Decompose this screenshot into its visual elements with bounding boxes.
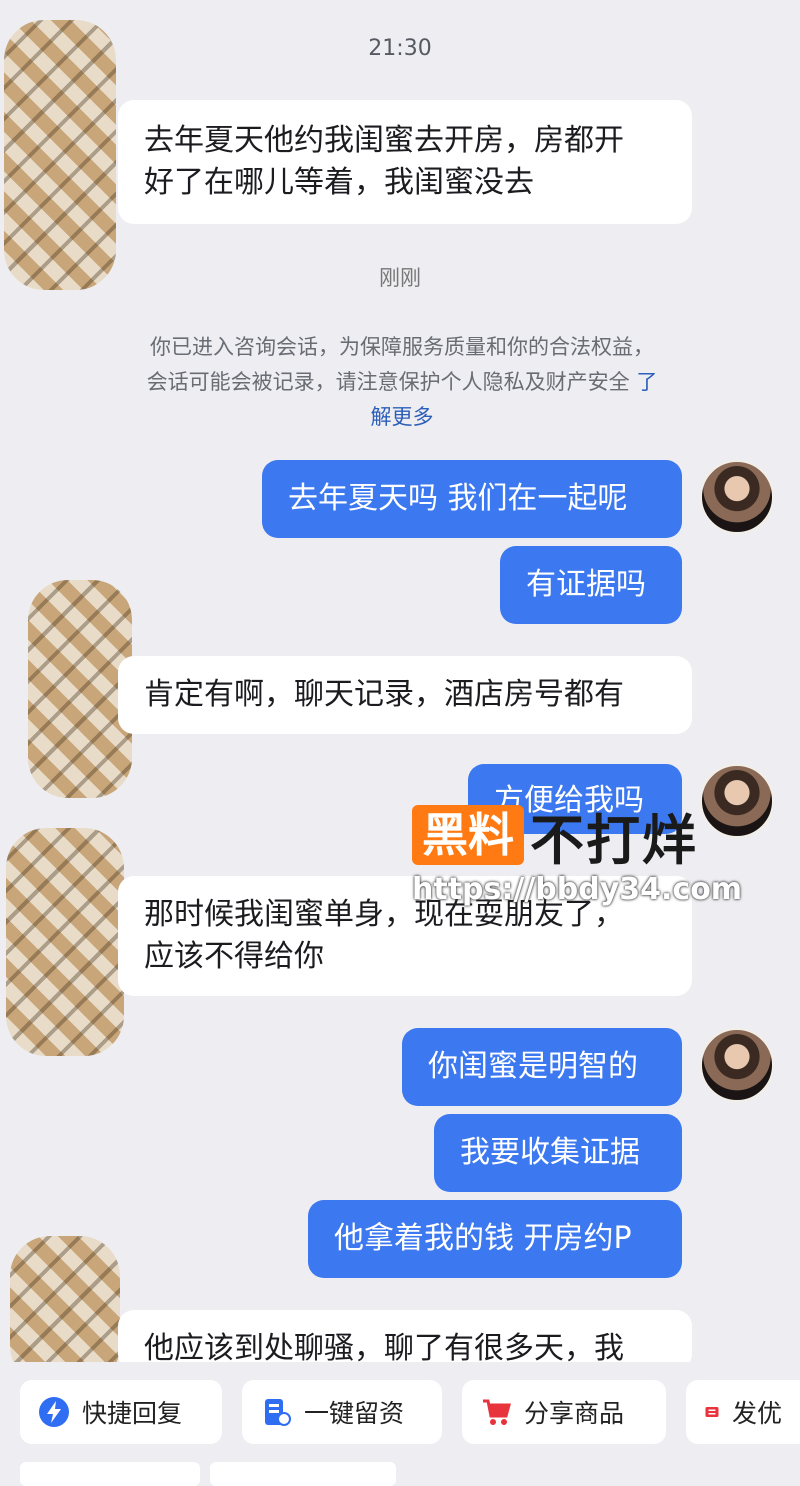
message-text: 应该不得给你 [144,939,324,974]
message-bubble-incoming: 去年夏天他约我闺蜜去开房，房都开 好了在哪儿等着，我闺蜜没去 [118,100,692,224]
contact-avatar-3 [6,828,124,1056]
share-product-button[interactable]: 分享商品 [462,1380,666,1444]
message-bubble-outgoing: 你闺蜜是明智的 [402,1028,682,1106]
message-text: 去年夏天吗 我们在一起呢 [288,481,628,516]
message-bubble-outgoing: 我要收集证据 [434,1114,682,1192]
lightning-icon [39,1397,69,1427]
watermark-url: https://bbdy34.com [412,872,743,907]
coupon-icon [705,1407,719,1417]
session-notice: 你已进入咨询会话，为保障服务质量和你的合法权益， 会话可能会被记录，请注意保护个… [96,330,708,435]
watermark-brand-box: 黑料 [412,805,524,865]
timestamp-mid: 刚刚 [379,266,421,290]
leave-info-button[interactable]: 一键留资 [242,1380,442,1444]
message-bubble-outgoing: 他拿着我的钱 开房约P [308,1200,682,1278]
message-text: 我要收集证据 [460,1135,640,1170]
message-text: 你闺蜜是明智的 [428,1049,638,1084]
message-text: 他拿着我的钱 开房约P [334,1221,632,1256]
watermark-brand-text: 不打烊 [530,808,698,872]
user-avatar-2 [700,764,774,838]
contact-avatar-2 [28,580,132,798]
message-bubble-incoming: 肯定有啊，聊天记录，酒店房号都有 [118,656,692,734]
send-coupon-label: 发优 [731,1399,782,1428]
cart-icon [483,1399,511,1425]
share-product-label: 分享商品 [524,1399,625,1428]
notice-line-1: 你已进入咨询会话，为保障服务质量和你的合法权益， [150,335,654,359]
quick-reply-button[interactable]: 快捷回复 [20,1380,222,1444]
message-bubble-outgoing: 去年夏天吗 我们在一起呢 [262,460,682,538]
notice-line-2-wrap: 会话可能会被记录，请注意保护个人隐私及财产安全 了 [96,365,708,400]
notice-line-2: 会话可能会被记录，请注意保护个人隐私及财产安全 [146,370,630,394]
message-text: 肯定有啊，聊天记录，酒店房号都有 [144,677,624,712]
send-coupon-button[interactable]: 发优 [686,1380,800,1444]
quick-reply-label: 快捷回复 [82,1399,183,1428]
watermark-logo: 黑料 不打烊 [412,802,698,872]
learn-more-link[interactable]: 解更多 [96,400,708,435]
message-text: 有证据吗 [526,567,646,602]
user-avatar-1 [700,460,774,534]
user-avatar-3 [700,1028,774,1102]
message-text: 去年夏天他约我闺蜜去开房，房都开 [144,123,624,158]
message-bubble-incoming: 他应该到处聊骚，聊了有很多天，我 [118,1310,692,1370]
message-bubble-outgoing: 有证据吗 [500,546,682,624]
timestamp-top: 21:30 [368,36,432,61]
input-bar-hint-right [210,1462,396,1486]
message-text: 好了在哪儿等着，我闺蜜没去 [144,165,534,200]
form-icon [265,1399,291,1426]
input-bar-hint-left [20,1462,200,1486]
leave-info-label: 一键留资 [304,1399,405,1428]
learn-more-link-a[interactable]: 了 [636,370,657,394]
